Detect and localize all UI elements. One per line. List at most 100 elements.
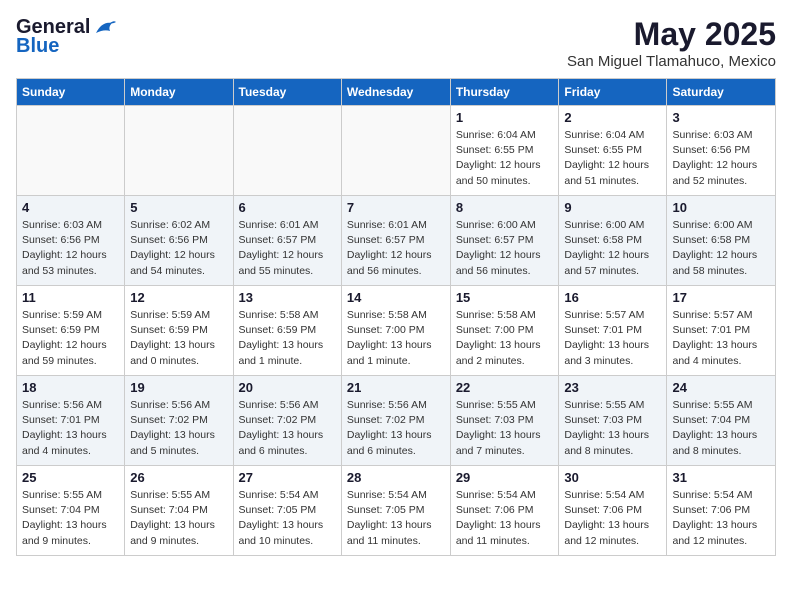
calendar-week-row: 11 Sunrise: 5:59 AM Sunset: 6:59 PM Dayli… xyxy=(17,286,776,376)
day-detail: Sunrise: 5:54 AM Sunset: 7:05 PM Dayligh… xyxy=(239,488,336,549)
table-row: 19 Sunrise: 5:56 AM Sunset: 7:02 PM Dayli… xyxy=(125,376,233,466)
table-row: 20 Sunrise: 5:56 AM Sunset: 7:02 PM Dayli… xyxy=(233,376,341,466)
day-detail: Sunrise: 5:56 AM Sunset: 7:02 PM Dayligh… xyxy=(130,398,227,459)
month-title: May 2025 xyxy=(567,16,776,53)
calendar-week-row: 4 Sunrise: 6:03 AM Sunset: 6:56 PM Daylig… xyxy=(17,196,776,286)
day-detail: Sunrise: 5:54 AM Sunset: 7:06 PM Dayligh… xyxy=(564,488,661,549)
day-detail: Sunrise: 6:01 AM Sunset: 6:57 PM Dayligh… xyxy=(239,218,336,279)
header-tuesday: Tuesday xyxy=(233,79,341,106)
table-row xyxy=(125,106,233,196)
table-row: 12Sunrise: 5:59 AM Sunset: 6:59 PM Dayli… xyxy=(125,286,233,376)
day-number: 13 xyxy=(239,290,336,305)
day-number: 21 xyxy=(347,380,445,395)
day-number: 11 xyxy=(22,290,119,305)
day-detail: Sunrise: 5:56 AM Sunset: 7:02 PM Dayligh… xyxy=(239,398,336,459)
table-row: 18 Sunrise: 5:56 AM Sunset: 7:01 PM Dayli… xyxy=(17,376,125,466)
table-row: 29Sunrise: 5:54 AM Sunset: 7:06 PM Dayli… xyxy=(450,466,559,556)
table-row: 23 Sunrise: 5:55 AM Sunset: 7:03 PM Dayli… xyxy=(559,376,667,466)
logo-blue-text: Blue xyxy=(16,35,59,58)
day-number: 23 xyxy=(564,380,661,395)
table-row: 27 Sunrise: 5:54 AM Sunset: 7:05 PM Dayli… xyxy=(233,466,341,556)
calendar-week-row: 25 Sunrise: 5:55 AM Sunset: 7:04 PM Dayli… xyxy=(17,466,776,556)
table-row: 2 Sunrise: 6:04 AM Sunset: 6:55 PM Daylig… xyxy=(559,106,667,196)
day-number: 14 xyxy=(347,290,445,305)
day-detail: Sunrise: 6:00 AM Sunset: 6:58 PM Dayligh… xyxy=(672,218,770,279)
day-detail: Sunrise: 6:04 AM Sunset: 6:55 PM Dayligh… xyxy=(456,128,554,189)
day-detail: Sunrise: 5:58 AM Sunset: 7:00 PM Dayligh… xyxy=(456,308,554,369)
table-row: 24Sunrise: 5:55 AM Sunset: 7:04 PM Dayli… xyxy=(667,376,776,466)
day-detail: Sunrise: 5:55 AM Sunset: 7:03 PM Dayligh… xyxy=(564,398,661,459)
table-row: 30 Sunrise: 5:54 AM Sunset: 7:06 PM Dayli… xyxy=(559,466,667,556)
day-detail: Sunrise: 5:58 AM Sunset: 6:59 PM Dayligh… xyxy=(239,308,336,369)
day-detail: Sunrise: 6:03 AM Sunset: 6:56 PM Dayligh… xyxy=(672,128,770,189)
day-number: 28 xyxy=(347,470,445,485)
table-row: 4 Sunrise: 6:03 AM Sunset: 6:56 PM Daylig… xyxy=(17,196,125,286)
header-friday: Friday xyxy=(559,79,667,106)
day-number: 8 xyxy=(456,200,554,215)
day-detail: Sunrise: 6:00 AM Sunset: 6:58 PM Dayligh… xyxy=(564,218,661,279)
day-number: 15 xyxy=(456,290,554,305)
day-number: 27 xyxy=(239,470,336,485)
day-detail: Sunrise: 5:59 AM Sunset: 6:59 PM Dayligh… xyxy=(22,308,119,369)
table-row xyxy=(17,106,125,196)
table-row: 16 Sunrise: 5:57 AM Sunset: 7:01 PM Dayli… xyxy=(559,286,667,376)
day-detail: Sunrise: 5:55 AM Sunset: 7:03 PM Dayligh… xyxy=(456,398,554,459)
table-row: 9Sunrise: 6:00 AM Sunset: 6:58 PM Daylig… xyxy=(559,196,667,286)
table-row: 31 Sunrise: 5:54 AM Sunset: 7:06 PM Dayli… xyxy=(667,466,776,556)
table-row: 11 Sunrise: 5:59 AM Sunset: 6:59 PM Dayli… xyxy=(17,286,125,376)
day-detail: Sunrise: 5:56 AM Sunset: 7:02 PM Dayligh… xyxy=(347,398,445,459)
day-detail: Sunrise: 5:54 AM Sunset: 7:06 PM Dayligh… xyxy=(672,488,770,549)
day-detail: Sunrise: 6:01 AM Sunset: 6:57 PM Dayligh… xyxy=(347,218,445,279)
title-area: May 2025 San Miguel Tlamahuco, Mexico xyxy=(567,16,776,70)
table-row xyxy=(233,106,341,196)
day-number: 4 xyxy=(22,200,119,215)
table-row: 1 Sunrise: 6:04 AM Sunset: 6:55 PM Daylig… xyxy=(450,106,559,196)
day-number: 16 xyxy=(564,290,661,305)
day-number: 12 xyxy=(130,290,227,305)
calendar-week-row: 18 Sunrise: 5:56 AM Sunset: 7:01 PM Dayli… xyxy=(17,376,776,466)
day-number: 25 xyxy=(22,470,119,485)
day-detail: Sunrise: 5:55 AM Sunset: 7:04 PM Dayligh… xyxy=(22,488,119,549)
day-detail: Sunrise: 5:54 AM Sunset: 7:05 PM Dayligh… xyxy=(347,488,445,549)
day-number: 2 xyxy=(564,110,661,125)
day-detail: Sunrise: 6:03 AM Sunset: 6:56 PM Dayligh… xyxy=(22,218,119,279)
day-detail: Sunrise: 5:55 AM Sunset: 7:04 PM Dayligh… xyxy=(130,488,227,549)
day-number: 17 xyxy=(672,290,770,305)
table-row: 6 Sunrise: 6:01 AM Sunset: 6:57 PM Daylig… xyxy=(233,196,341,286)
day-number: 1 xyxy=(456,110,554,125)
day-number: 7 xyxy=(347,200,445,215)
day-number: 31 xyxy=(672,470,770,485)
day-number: 30 xyxy=(564,470,661,485)
day-number: 3 xyxy=(672,110,770,125)
header-sunday: Sunday xyxy=(17,79,125,106)
day-detail: Sunrise: 6:02 AM Sunset: 6:56 PM Dayligh… xyxy=(130,218,227,279)
day-number: 6 xyxy=(239,200,336,215)
header-monday: Monday xyxy=(125,79,233,106)
header-wednesday: Wednesday xyxy=(341,79,450,106)
day-detail: Sunrise: 5:55 AM Sunset: 7:04 PM Dayligh… xyxy=(672,398,770,459)
table-row: 8Sunrise: 6:00 AM Sunset: 6:57 PM Daylig… xyxy=(450,196,559,286)
day-number: 26 xyxy=(130,470,227,485)
table-row: 14Sunrise: 5:58 AM Sunset: 7:00 PM Dayli… xyxy=(341,286,450,376)
table-row: 21 Sunrise: 5:56 AM Sunset: 7:02 PM Dayli… xyxy=(341,376,450,466)
table-row: 22 Sunrise: 5:55 AM Sunset: 7:03 PM Dayli… xyxy=(450,376,559,466)
table-row: 5 Sunrise: 6:02 AM Sunset: 6:56 PM Daylig… xyxy=(125,196,233,286)
day-number: 5 xyxy=(130,200,227,215)
day-number: 19 xyxy=(130,380,227,395)
page-header: General Blue May 2025 San Miguel Tlamahu… xyxy=(16,16,776,70)
table-row: 13 Sunrise: 5:58 AM Sunset: 6:59 PM Dayli… xyxy=(233,286,341,376)
table-row: 3 Sunrise: 6:03 AM Sunset: 6:56 PM Daylig… xyxy=(667,106,776,196)
day-detail: Sunrise: 5:56 AM Sunset: 7:01 PM Dayligh… xyxy=(22,398,119,459)
day-detail: Sunrise: 5:57 AM Sunset: 7:01 PM Dayligh… xyxy=(564,308,661,369)
day-number: 22 xyxy=(456,380,554,395)
table-row: 26 Sunrise: 5:55 AM Sunset: 7:04 PM Dayli… xyxy=(125,466,233,556)
table-row: 7 Sunrise: 6:01 AM Sunset: 6:57 PM Daylig… xyxy=(341,196,450,286)
day-number: 18 xyxy=(22,380,119,395)
table-row: 15 Sunrise: 5:58 AM Sunset: 7:00 PM Dayli… xyxy=(450,286,559,376)
day-detail: Sunrise: 6:04 AM Sunset: 6:55 PM Dayligh… xyxy=(564,128,661,189)
table-row: 17Sunrise: 5:57 AM Sunset: 7:01 PM Dayli… xyxy=(667,286,776,376)
day-number: 20 xyxy=(239,380,336,395)
day-number: 10 xyxy=(672,200,770,215)
weekday-header-row: Sunday Monday Tuesday Wednesday Thursday… xyxy=(17,79,776,106)
logo: General Blue xyxy=(16,16,116,58)
